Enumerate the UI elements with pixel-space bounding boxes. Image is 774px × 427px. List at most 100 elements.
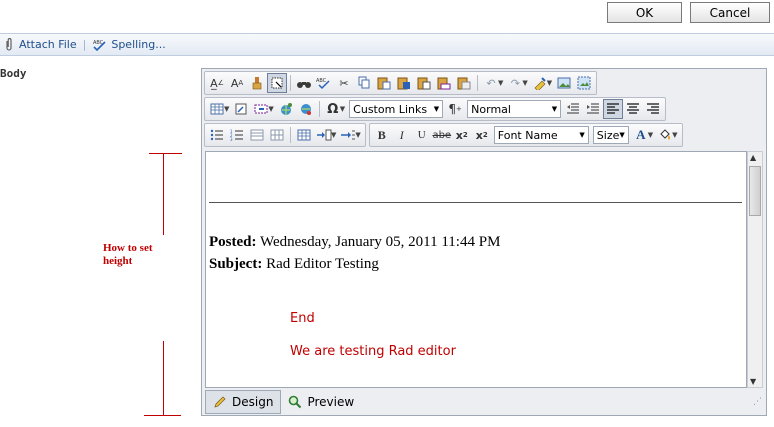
table-properties-icon[interactable]: [294, 125, 314, 145]
toolbar-divider: |: [82, 38, 87, 51]
paste-icon[interactable]: [374, 73, 394, 93]
subject-value: Rad Editor Testing: [266, 256, 379, 272]
chevron-down-icon: ▼: [433, 105, 440, 113]
chevron-down-icon[interactable]: ▼: [268, 105, 273, 113]
outdent-icon[interactable]: [563, 99, 583, 119]
content-line-testing: We are testing Rad editor: [290, 344, 456, 359]
chevron-down-icon[interactable]: ▼: [498, 79, 503, 87]
editor-toolbar-row-3: 123 ▼ ▼ B I U abe x 2 x 2 Font Name ▼ Si…: [204, 123, 686, 147]
tab-preview-label: Preview: [307, 395, 355, 409]
toolbar-separator: [290, 75, 291, 91]
editor-toolbar-row-1: A̲ ∠ AA ABC ✂ ↶ ▼ ↷ ▼ ▼: [204, 71, 600, 95]
align-left-icon[interactable]: [603, 99, 624, 119]
editor-content-area[interactable]: Posted: Wednesday, January 05, 2011 11:4…: [205, 151, 747, 388]
tool-group-insert: ▼ ▼ Ω ▼ Custom Links ▼ ¶ + Normal ▼: [204, 97, 667, 121]
resize-grip-icon[interactable]: ⋰: [753, 397, 762, 407]
paragraph-style-value: Normal: [471, 102, 511, 116]
ajax-spellcheck-icon[interactable]: A̲ ∠: [207, 73, 227, 93]
custom-links-dropdown[interactable]: Custom Links ▼: [349, 100, 444, 118]
subscript-icon[interactable]: x2: [472, 125, 492, 145]
chevron-down-icon[interactable]: ▼: [672, 131, 677, 139]
annotation-vertical-line-upper: [163, 153, 164, 235]
rich-text-editor: A̲ ∠ AA ABC ✂ ↶ ▼ ↷ ▼ ▼ ▼ ▼ Ω ▼ Custom L…: [201, 68, 767, 416]
font-name-dropdown[interactable]: Font Name ▼: [493, 126, 589, 144]
pencil-icon: [213, 395, 227, 409]
tool-group-main: A̲ ∠ AA ABC ✂ ↶ ▼ ↷ ▼ ▼: [204, 71, 598, 95]
bulleted-list-icon[interactable]: [207, 125, 227, 145]
cancel-button[interactable]: Cancel: [690, 2, 770, 23]
find-replace-icon[interactable]: AA: [227, 73, 247, 93]
chevron-down-icon: ▼: [619, 131, 625, 139]
paragraph-icon[interactable]: ¶ +: [445, 99, 465, 119]
scroll-down-arrow-icon[interactable]: ▼: [750, 377, 756, 386]
cut-icon[interactable]: ✂: [334, 73, 354, 93]
chevron-down-icon[interactable]: ▼: [648, 131, 653, 139]
copy-icon[interactable]: [354, 73, 374, 93]
image-manager-icon[interactable]: [554, 73, 574, 93]
tab-preview[interactable]: Preview: [281, 391, 361, 413]
remove-link-icon[interactable]: [296, 99, 316, 119]
subject-label: Subject:: [209, 256, 263, 272]
table-cells-icon[interactable]: [247, 125, 267, 145]
paste-plain-text-icon[interactable]: [414, 73, 434, 93]
numbered-list-icon[interactable]: 123: [227, 125, 247, 145]
insert-snippet-icon[interactable]: [231, 99, 251, 119]
editor-mode-bar: Design Preview ⋰: [202, 389, 766, 415]
spelling-label: Spelling...: [111, 38, 166, 51]
paste-html-icon[interactable]: [434, 73, 454, 93]
chevron-down-icon[interactable]: ▼: [331, 131, 336, 139]
toolbar-separator: [477, 75, 478, 91]
select-all-icon[interactable]: [267, 73, 287, 93]
content-scrollbar[interactable]: ▲ ▼: [747, 151, 763, 388]
spellcheck-icon[interactable]: ABC: [314, 73, 334, 93]
find-icon[interactable]: [294, 73, 314, 93]
indent-icon[interactable]: [583, 99, 603, 119]
scrollbar-thumb[interactable]: [749, 166, 761, 216]
content-line-end: End: [290, 311, 315, 326]
spelling-button[interactable]: ABC Spelling...: [92, 38, 165, 52]
svg-text:ABC: ABC: [316, 78, 327, 84]
table-grid-icon[interactable]: [267, 125, 287, 145]
magnifier-icon: [288, 395, 302, 409]
body-field-label: Body: [0, 67, 27, 80]
strikethrough-icon[interactable]: abe: [432, 125, 452, 145]
chevron-down-icon[interactable]: ▼: [340, 105, 345, 113]
chevron-down-icon[interactable]: ▼: [522, 79, 527, 87]
paste-from-word-icon[interactable]: [394, 73, 414, 93]
chevron-down-icon[interactable]: ▼: [547, 79, 552, 87]
attach-file-button[interactable]: Attach File: [4, 37, 77, 52]
attach-file-label: Attach File: [19, 38, 77, 51]
chevron-down-icon[interactable]: ▼: [355, 131, 360, 139]
posted-value: Wednesday, January 05, 2011 11:44 PM: [259, 234, 501, 250]
underline-icon[interactable]: U: [412, 125, 432, 145]
align-center-icon[interactable]: [623, 99, 643, 119]
toolbar-separator: [318, 101, 320, 117]
tool-group-formatting: B I U abe x2 x2 Font Name ▼ Size ▼ A ▼ ▼: [368, 123, 683, 147]
annotation-bottom-tick: [144, 415, 181, 416]
scroll-up-arrow-icon[interactable]: ▲: [750, 153, 756, 162]
tool-group-lists: 123 ▼ ▼: [204, 123, 366, 147]
paste-as-html-icon[interactable]: [454, 73, 474, 93]
annotation-label: How to set height: [103, 242, 153, 267]
paragraph-style-dropdown[interactable]: Normal ▼: [467, 100, 562, 118]
format-stripper-icon[interactable]: [247, 73, 267, 93]
ok-button[interactable]: OK: [607, 2, 682, 23]
chevron-down-icon: ▼: [579, 131, 585, 139]
action-toolbar: Attach File | ABC Spelling...: [0, 33, 774, 56]
toolbar-separator: [290, 127, 291, 143]
font-size-dropdown[interactable]: Size ▼: [592, 126, 629, 144]
chevron-down-icon[interactable]: ▼: [224, 105, 229, 113]
tab-design-label: Design: [232, 395, 274, 409]
annotation-top-tick: [149, 153, 182, 154]
paperclip-icon: [4, 37, 14, 52]
superscript-icon[interactable]: x2: [452, 125, 472, 145]
italic-icon[interactable]: I: [392, 125, 412, 145]
image-map-icon[interactable]: [574, 73, 594, 93]
hyperlink-manager-icon[interactable]: [276, 99, 296, 119]
posted-label: Posted:: [209, 234, 257, 250]
font-size-value: Size: [596, 128, 620, 142]
tab-design[interactable]: Design: [205, 390, 282, 414]
annotation-vertical-line-lower: [163, 341, 164, 415]
bold-icon[interactable]: B: [372, 125, 392, 145]
align-right-icon[interactable]: [643, 99, 663, 119]
